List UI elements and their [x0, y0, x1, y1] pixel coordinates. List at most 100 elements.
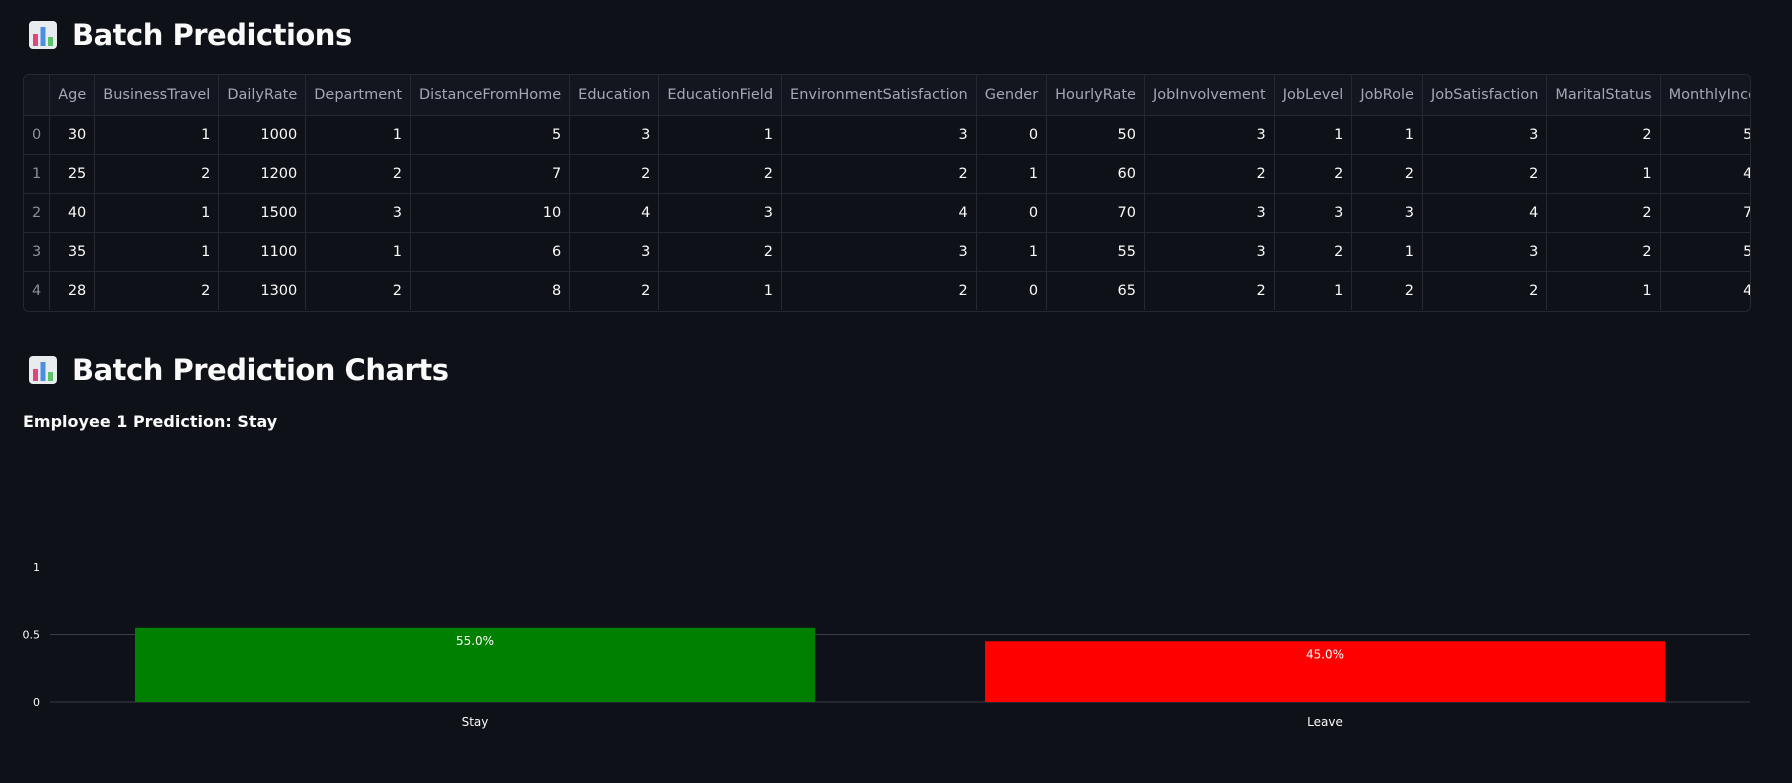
column-header[interactable]: JobInvolvement: [1144, 75, 1275, 116]
table-cell[interactable]: 60: [1046, 154, 1145, 194]
table-cell[interactable]: 1: [1274, 115, 1353, 155]
column-header[interactable]: EnvironmentSatisfaction: [781, 75, 977, 116]
column-header[interactable]: JobLevel: [1274, 75, 1353, 116]
table-row[interactable]: 24011500310434070333427000: [24, 193, 1750, 233]
table-cell[interactable]: 70: [1046, 193, 1145, 233]
table-cell[interactable]: 4500: [1660, 154, 1750, 194]
table-cell[interactable]: 1: [1546, 154, 1661, 194]
table-cell[interactable]: 2: [305, 154, 412, 194]
table-cell[interactable]: 3: [1144, 115, 1275, 155]
table-cell[interactable]: 8: [410, 271, 571, 310]
table-cell[interactable]: 1: [658, 115, 783, 155]
table-cell[interactable]: 3: [1422, 232, 1548, 272]
table-cell[interactable]: 1: [658, 271, 783, 310]
table-cell[interactable]: 1: [305, 115, 412, 155]
table-cell[interactable]: 2: [94, 271, 220, 310]
table-cell[interactable]: 1100: [218, 232, 307, 272]
table-cell[interactable]: 2: [1351, 271, 1423, 310]
table-cell[interactable]: 3: [1351, 193, 1423, 233]
table-cell[interactable]: 4800: [1660, 271, 1750, 310]
row-index-cell[interactable]: 2: [24, 193, 51, 233]
table-cell[interactable]: 1: [1351, 232, 1423, 272]
table-cell[interactable]: 35: [49, 232, 96, 272]
table-cell[interactable]: 30: [49, 115, 96, 155]
table-cell[interactable]: 2: [1144, 271, 1275, 310]
row-index-cell[interactable]: 4: [24, 271, 51, 310]
table-cell[interactable]: 28: [49, 271, 96, 310]
table-cell[interactable]: 2: [1144, 154, 1275, 194]
table-cell[interactable]: 4: [569, 193, 660, 233]
table-cell[interactable]: 1200: [218, 154, 307, 194]
table-cell[interactable]: 3: [569, 115, 660, 155]
column-header[interactable]: Age: [49, 75, 96, 116]
table-cell[interactable]: 5200: [1660, 232, 1750, 272]
column-header[interactable]: HourlyRate: [1046, 75, 1145, 116]
column-header[interactable]: DailyRate: [218, 75, 307, 116]
table-cell[interactable]: 1500: [218, 193, 307, 233]
table-cell[interactable]: 2: [781, 271, 977, 310]
table-cell[interactable]: 1: [1274, 271, 1353, 310]
table-cell[interactable]: 50: [1046, 115, 1145, 155]
column-header[interactable]: Gender: [976, 75, 1048, 116]
table-cell[interactable]: 3: [569, 232, 660, 272]
table-cell[interactable]: 3: [1274, 193, 1353, 233]
table-cell[interactable]: 1: [1351, 115, 1423, 155]
table-cell[interactable]: 55: [1046, 232, 1145, 272]
table-cell[interactable]: 3: [1144, 232, 1275, 272]
index-column-header[interactable]: [24, 75, 51, 116]
table-cell[interactable]: 2: [1422, 271, 1548, 310]
table-cell[interactable]: 3: [658, 193, 783, 233]
table-cell[interactable]: 2: [658, 154, 783, 194]
table-cell[interactable]: 2: [1546, 115, 1661, 155]
column-header[interactable]: Education: [569, 75, 660, 116]
table-cell[interactable]: 2: [658, 232, 783, 272]
table-cell[interactable]: 40: [49, 193, 96, 233]
row-index-cell[interactable]: 1: [24, 154, 51, 194]
table-cell[interactable]: 5000: [1660, 115, 1750, 155]
table-cell[interactable]: 1: [94, 232, 220, 272]
row-index-cell[interactable]: 0: [24, 115, 51, 155]
table-cell[interactable]: 2: [569, 271, 660, 310]
table-cell[interactable]: 2: [1546, 232, 1661, 272]
table-cell[interactable]: 3: [1144, 193, 1275, 233]
table-cell[interactable]: 1: [305, 232, 412, 272]
table-cell[interactable]: 1: [94, 115, 220, 155]
table-cell[interactable]: 1: [1546, 271, 1661, 310]
table-cell[interactable]: 2: [569, 154, 660, 194]
table-cell[interactable]: 2: [305, 271, 412, 310]
row-index-cell[interactable]: 3: [24, 232, 51, 272]
table-cell[interactable]: 2: [1274, 232, 1353, 272]
table-cell[interactable]: 6: [410, 232, 571, 272]
table-cell[interactable]: 2: [1351, 154, 1423, 194]
table-cell[interactable]: 1300: [218, 271, 307, 310]
table-cell[interactable]: 3: [305, 193, 412, 233]
table-cell[interactable]: 3: [781, 232, 977, 272]
table-cell[interactable]: 1: [976, 154, 1048, 194]
table-cell[interactable]: 0: [976, 193, 1048, 233]
table-cell[interactable]: 7: [410, 154, 571, 194]
table-cell[interactable]: 5: [410, 115, 571, 155]
column-header[interactable]: EducationField: [658, 75, 783, 116]
table-cell[interactable]: 2: [1546, 193, 1661, 233]
table-cell[interactable]: 3: [1422, 115, 1548, 155]
table-cell[interactable]: 1: [976, 232, 1048, 272]
column-header[interactable]: JobRole: [1351, 75, 1423, 116]
table-cell[interactable]: 7000: [1660, 193, 1750, 233]
table-cell[interactable]: 3: [781, 115, 977, 155]
table-row[interactable]: 0301100015313050311325000: [24, 115, 1750, 155]
column-header[interactable]: MaritalStatus: [1546, 75, 1661, 116]
table-cell[interactable]: 2: [1274, 154, 1353, 194]
table-cell[interactable]: 1: [94, 193, 220, 233]
column-header[interactable]: JobSatisfaction: [1422, 75, 1548, 116]
column-header[interactable]: Department: [305, 75, 412, 116]
column-header[interactable]: BusinessTravel: [94, 75, 220, 116]
table-cell[interactable]: 25: [49, 154, 96, 194]
table-row[interactable]: 4282130028212065212214800: [24, 271, 1750, 310]
table-cell[interactable]: 4: [781, 193, 977, 233]
table-cell[interactable]: 2: [1422, 154, 1548, 194]
table-cell[interactable]: 0: [976, 115, 1048, 155]
column-header[interactable]: MonthlyIncome: [1660, 75, 1750, 116]
table-cell[interactable]: 4: [1422, 193, 1548, 233]
table-cell[interactable]: 2: [781, 154, 977, 194]
table-row[interactable]: 3351110016323155321325200: [24, 232, 1750, 272]
